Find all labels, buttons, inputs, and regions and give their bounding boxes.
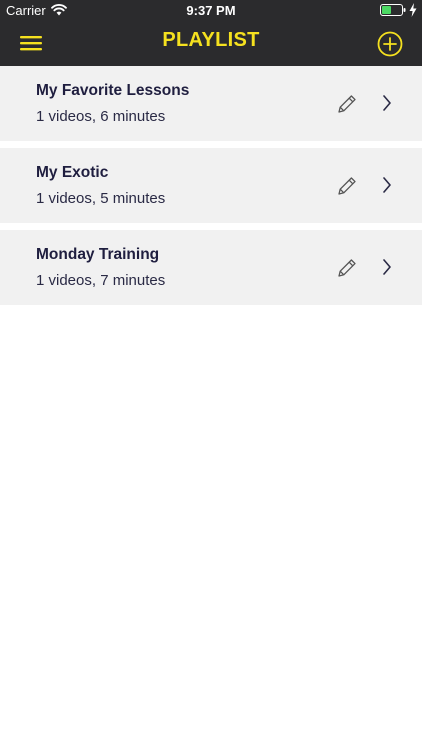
- screen: Carrier 9:37 PM PLAYLIST My Favorite Les…: [0, 0, 422, 750]
- battery-icon: [380, 4, 406, 16]
- status-bar: Carrier 9:37 PM: [0, 0, 422, 22]
- playlist-title: Monday Training: [36, 246, 160, 263]
- edit-playlist-button[interactable]: [336, 257, 358, 279]
- top-bar: Carrier 9:37 PM PLAYLIST: [0, 0, 422, 66]
- pencil-icon: [338, 259, 356, 277]
- playlist-row[interactable]: My Favorite Lessons 1 videos, 6 minutes: [0, 66, 422, 141]
- pencil-icon: [338, 177, 356, 195]
- playlist-subtitle: 1 videos, 6 minutes: [36, 108, 166, 125]
- playlist-row[interactable]: My Exotic 1 videos, 5 minutes: [0, 148, 422, 223]
- hamburger-menu-icon: [20, 36, 42, 51]
- edit-playlist-button[interactable]: [336, 175, 358, 197]
- playlist-row[interactable]: Monday Training 1 videos, 7 minutes: [0, 230, 422, 305]
- playlist-list: My Favorite Lessons 1 videos, 6 minutes …: [0, 66, 422, 312]
- chevron-right-icon: [383, 259, 391, 275]
- nav-bar: PLAYLIST: [0, 22, 422, 66]
- pencil-icon: [338, 95, 356, 113]
- page-title: PLAYLIST: [162, 29, 260, 51]
- chevron-right-icon: [383, 177, 391, 193]
- chevron-right-icon: [383, 95, 391, 111]
- add-playlist-button[interactable]: [376, 30, 404, 58]
- playlist-title: My Exotic: [36, 164, 109, 181]
- charging-bolt-icon: [409, 3, 417, 17]
- menu-button[interactable]: [16, 28, 46, 58]
- playlist-subtitle: 1 videos, 7 minutes: [36, 272, 166, 289]
- status-time: 9:37 PM: [186, 3, 236, 18]
- edit-playlist-button[interactable]: [336, 93, 358, 115]
- playlist-title: My Favorite Lessons: [36, 82, 190, 99]
- plus-circle-icon: [377, 31, 403, 57]
- playlist-subtitle: 1 videos, 5 minutes: [36, 190, 166, 207]
